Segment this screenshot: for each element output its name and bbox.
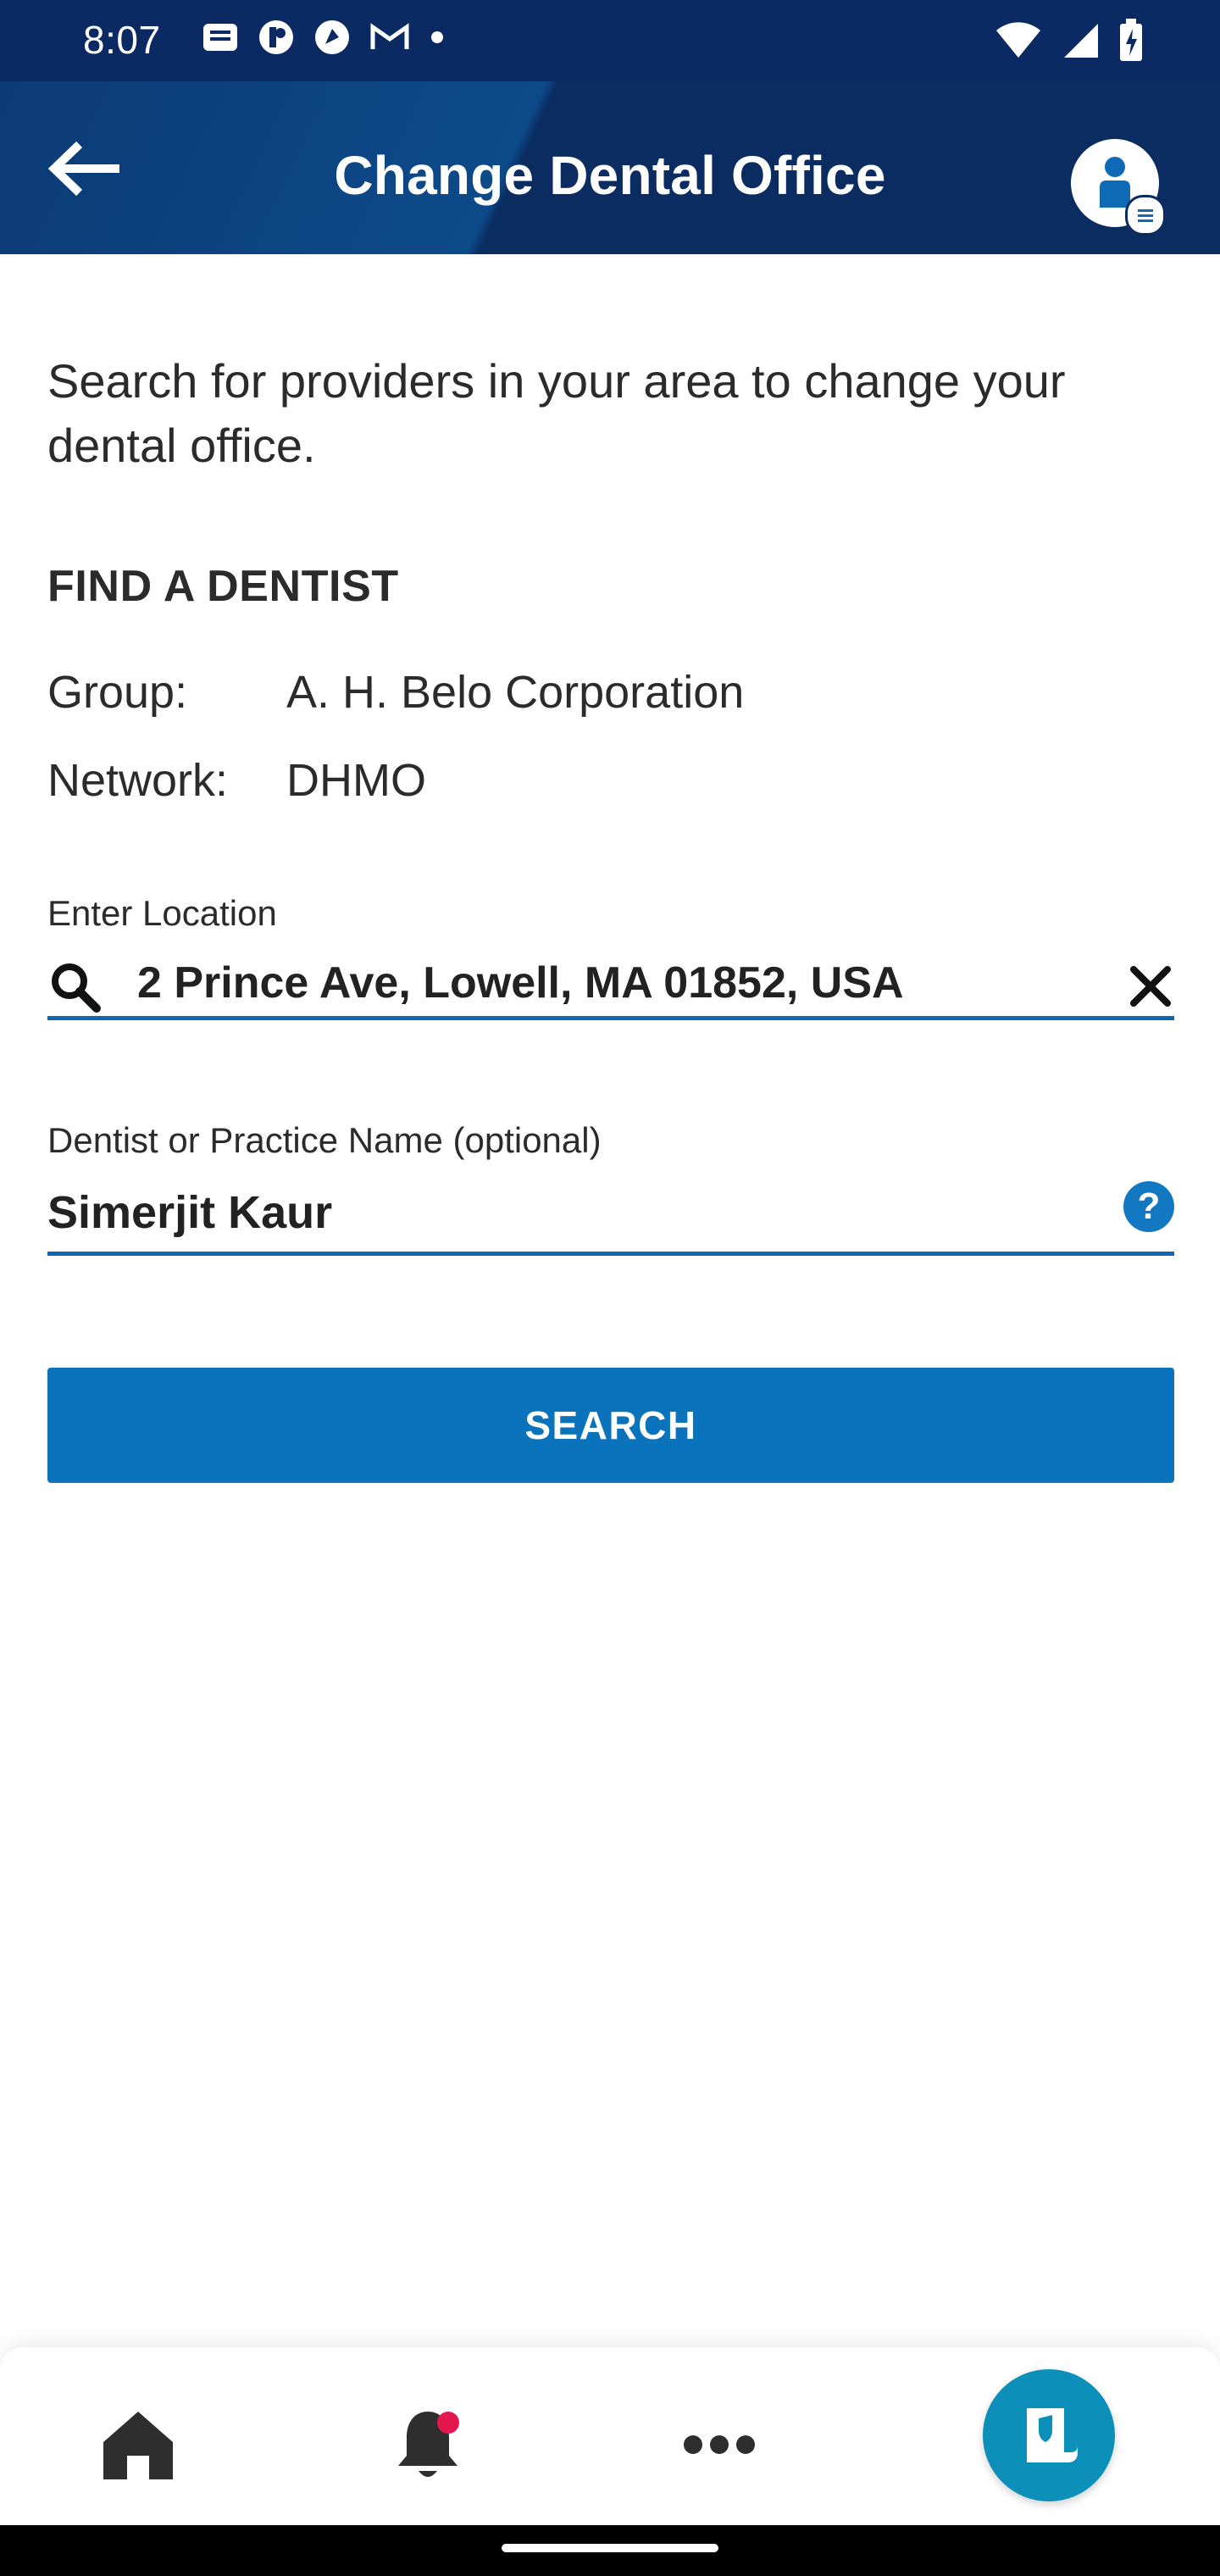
status-time: 8:07 [83, 18, 161, 62]
menu-badge [1125, 195, 1166, 236]
profile-button[interactable] [1071, 139, 1166, 236]
message-icon [203, 24, 237, 51]
network-row: Network: DHMO [47, 754, 426, 807]
status-bar: 8:07 [0, 0, 1220, 81]
nav-more[interactable] [673, 2398, 766, 2491]
intro-text: Search for providers in your area to cha… [47, 354, 1066, 472]
location-label: Enter Location [47, 893, 277, 933]
location-input[interactable]: 2 Prince Ave, Lowell, MA 01852, USA [137, 958, 904, 1008]
home-icon [103, 2412, 173, 2479]
help-icon[interactable]: ? [1123, 1181, 1174, 1232]
nav-notifications[interactable] [381, 2398, 474, 2491]
app-icon [259, 20, 293, 54]
status-system-icons [995, 19, 1144, 61]
close-icon[interactable] [1127, 963, 1174, 1010]
section-title: FIND A DENTIST [47, 562, 399, 611]
dentist-label: Dentist or Practice Name (optional) [47, 1120, 602, 1160]
signal-icon [1064, 24, 1098, 58]
nav-home[interactable] [92, 2398, 185, 2491]
status-notification-icons [202, 19, 446, 56]
more-dots-icon [684, 2435, 755, 2454]
id-card-icon [1027, 2408, 1078, 2462]
gesture-area [0, 2525, 1220, 2576]
bottom-nav [0, 2347, 1220, 2525]
network-value: DHMO [286, 755, 426, 806]
group-value: A. H. Belo Corporation [286, 667, 745, 718]
dot-icon [431, 31, 443, 43]
id-card-button[interactable] [983, 2369, 1115, 2501]
dentist-underline [47, 1252, 1174, 1256]
search-icon [52, 963, 101, 1013]
app-header: Change Dental Office [0, 81, 1220, 254]
notification-dot [437, 2412, 459, 2434]
dentist-field[interactable]: Dentist or Practice Name (optional) Sime… [47, 1120, 1174, 1256]
menu-icon [1138, 209, 1153, 222]
app-icon [315, 20, 349, 54]
page-title: Change Dental Office [334, 145, 886, 206]
wifi-icon [996, 22, 1040, 58]
location-underline [47, 1016, 1174, 1020]
search-button[interactable]: SEARCH [47, 1368, 1174, 1483]
gmail-icon [370, 23, 409, 49]
group-label: Group: [47, 667, 188, 718]
battery-icon [1120, 19, 1142, 61]
network-label: Network: [47, 755, 229, 806]
gesture-handle[interactable] [502, 2544, 718, 2552]
location-field[interactable]: Enter Location 2 Prince Ave, Lowell, MA … [47, 893, 1174, 1020]
group-row: Group: A. H. Belo Corporation [47, 666, 744, 719]
dentist-input[interactable]: Simerjit Kaur [47, 1186, 332, 1239]
